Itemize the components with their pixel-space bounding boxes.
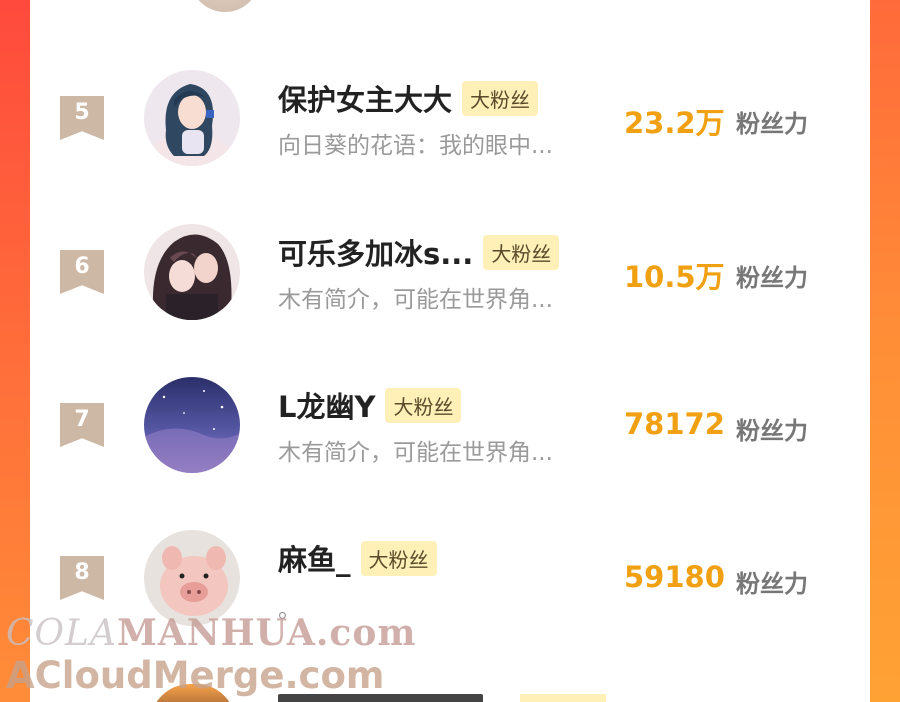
right-gradient-frame [870,0,900,702]
rank-bookmark-icon: 8 [60,556,104,600]
fan-power-score: 23.2万 [624,106,725,140]
avatar[interactable] [144,224,240,320]
fan-level-badge: 大粉丝 [360,540,437,576]
fan-power-label: 粉丝力 [736,264,808,292]
user-name[interactable]: 可乐多加冰s... [278,231,473,273]
user-name-line: 麻鱼_ 大粉丝 [278,538,437,578]
user-name[interactable]: L龙幽Y [278,384,375,426]
user-name[interactable]: 保护女主大大 [278,77,452,119]
fan-power-label: 粉丝力 [736,570,808,598]
rank-number: 6 [74,254,90,279]
rank-bookmark-icon: 7 [60,403,104,447]
ranking-row[interactable]: 6 可乐多加冰s... 大粉丝 木有简介，可能在世界角... 10.5万 粉丝力 [30,214,870,334]
user-name-line: 保护女主大大 大粉丝 [278,77,539,119]
fan-power-label: 粉丝力 [736,110,808,138]
rank-number: 5 [74,100,90,125]
fan-level-badge: 大粉丝 [385,387,462,423]
rank-bookmark-icon: 6 [60,250,104,294]
rank-number: 7 [74,407,90,432]
user-description: 向日葵的花语：我的眼中... [278,133,553,159]
next-fan-badge-cropped [520,694,606,702]
ranking-row[interactable]: 5 保护女主大大 大粉丝 向日葵的花语：我的眼中... 23.2万 粉丝力 [30,60,870,180]
fan-level-badge: 大粉丝 [483,234,560,270]
user-description: 木有简介，可能在世界角... [278,287,553,313]
fan-power-score: 10.5万 [624,260,725,294]
left-gradient-frame [0,0,30,702]
watermark-acloudmerge: ACloudMerge.com [6,654,385,697]
ranking-row[interactable]: 7 L龙幽Y 大粉丝 木有简介，可能在世界角... 78172 粉丝力 [30,367,870,487]
user-name-line: 可乐多加冰s... 大粉丝 [278,231,560,273]
rank-number: 8 [74,560,90,585]
fan-power-label: 粉丝力 [736,417,808,445]
fan-power-score: 59180 [624,560,725,594]
user-description: 木有简介，可能在世界角... [278,440,553,466]
fan-power-score: 78172 [624,407,725,441]
avatar-previous-rank[interactable] [190,0,260,12]
avatar[interactable] [144,70,240,166]
user-name[interactable]: 麻鱼_ [278,537,351,579]
avatar[interactable] [144,377,240,473]
rank-bookmark-icon: 5 [60,96,104,140]
watermark-colamanhua: COLAMANHUA.com [6,612,417,654]
fan-ranking-list: 5 保护女主大大 大粉丝 向日葵的花语：我的眼中... 23.2万 粉丝力 6 [30,0,870,702]
user-name-line: L龙幽Y 大粉丝 [278,384,462,426]
fan-level-badge: 大粉丝 [462,80,539,116]
